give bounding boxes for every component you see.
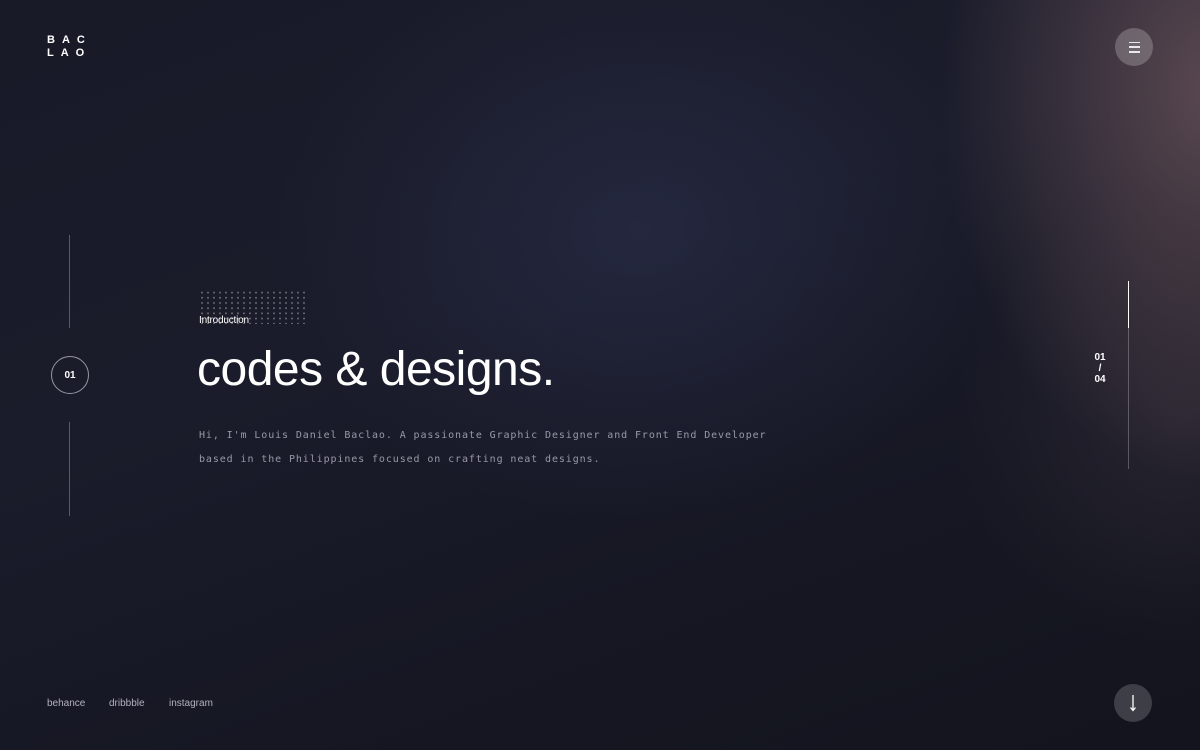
- hero-description-line-2: based in the Philippines focused on craf…: [199, 454, 601, 465]
- social-link-behance[interactable]: behance: [47, 698, 85, 709]
- pager-total: 04: [1094, 374, 1106, 385]
- social-link-dribbble[interactable]: dribbble: [109, 698, 145, 709]
- hero-description: Hi, I'm Louis Daniel Baclao. A passionat…: [199, 424, 767, 472]
- slide-pager: 01 / 04: [1086, 352, 1114, 385]
- menu-button[interactable]: [1115, 28, 1153, 66]
- arrow-down-icon: [1130, 695, 1136, 712]
- hero-title: codes & designs.: [197, 343, 555, 396]
- logo-line-2: LAO: [47, 47, 92, 59]
- hero-description-line-1: Hi, I'm Louis Daniel Baclao. A passionat…: [199, 430, 767, 441]
- social-link-instagram[interactable]: instagram: [169, 698, 213, 709]
- slide-number-indicator[interactable]: 01: [51, 356, 89, 394]
- pager-current: 01: [1094, 352, 1106, 363]
- pager-progress-bar: [1128, 281, 1129, 328]
- slide-number: 01: [64, 369, 76, 381]
- hamburger-icon: [1128, 41, 1140, 53]
- side-divider-bottom: [69, 422, 70, 516]
- pager-separator: /: [1098, 363, 1102, 374]
- side-divider-top: [69, 235, 70, 328]
- scroll-down-button[interactable]: [1114, 684, 1152, 722]
- landing-page: BAC LAO 01 Introduction codes & designs.…: [0, 0, 1200, 750]
- section-eyebrow: Introduction: [199, 315, 249, 326]
- logo[interactable]: BAC LAO: [47, 34, 92, 60]
- logo-line-1: BAC: [47, 34, 92, 46]
